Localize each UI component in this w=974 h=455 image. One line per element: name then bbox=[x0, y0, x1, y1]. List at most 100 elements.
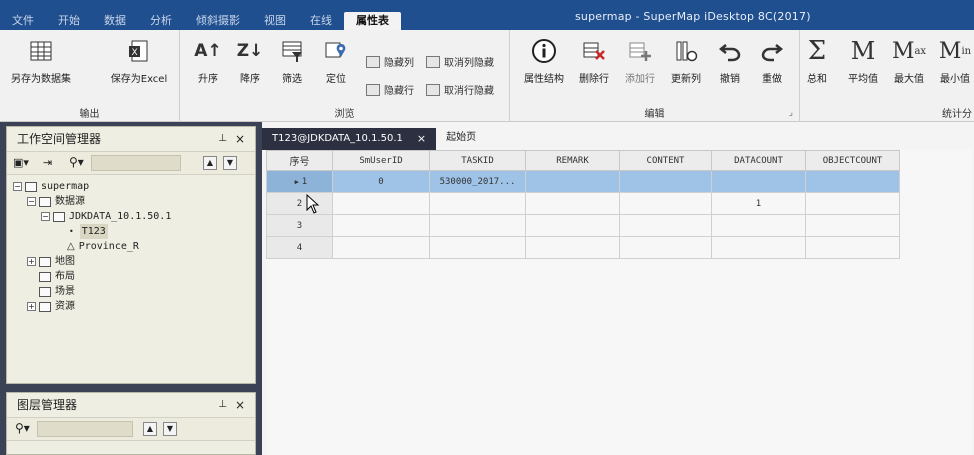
unhide-column-button[interactable]: 取消列隐藏 bbox=[426, 54, 494, 69]
table-row[interactable]: 2 1 bbox=[266, 192, 900, 215]
table-cell[interactable] bbox=[429, 192, 526, 215]
column-header[interactable]: 序号 bbox=[266, 150, 333, 171]
close-tab-icon[interactable]: × bbox=[417, 129, 426, 149]
table-cell[interactable] bbox=[619, 170, 712, 193]
search-down-button[interactable]: ▼ bbox=[163, 422, 177, 436]
tab-start[interactable]: 开始 bbox=[46, 12, 92, 32]
dialog-launcher-icon[interactable]: ⌟ bbox=[789, 108, 793, 118]
search-icon[interactable]: ⚲▾ bbox=[15, 421, 30, 435]
table-cell[interactable] bbox=[805, 214, 900, 237]
table-cell[interactable] bbox=[711, 236, 806, 259]
table-cell[interactable] bbox=[805, 236, 900, 259]
add-row-icon bbox=[625, 36, 655, 66]
row-header[interactable]: 2 bbox=[266, 192, 333, 215]
search-up-button[interactable]: ▲ bbox=[203, 156, 217, 170]
hide-column-icon bbox=[366, 55, 380, 68]
table-row[interactable]: 4 bbox=[266, 236, 900, 259]
tab-online[interactable]: 在线 bbox=[298, 12, 344, 32]
table-cell[interactable] bbox=[619, 192, 712, 215]
tab-view[interactable]: 视图 bbox=[252, 12, 298, 32]
table-cell[interactable] bbox=[332, 192, 430, 215]
doc-tab-attribute-table[interactable]: T123@JDKDATA_10.1.50.1 × bbox=[262, 128, 437, 150]
doc-tab-start-page[interactable]: 起始页 bbox=[436, 128, 486, 150]
sum-button[interactable]: Σ 总和 bbox=[794, 36, 840, 85]
search-down-button[interactable]: ▼ bbox=[223, 156, 237, 170]
tree-item-resources[interactable]: + 资源 bbox=[7, 299, 255, 314]
row-header[interactable]: 4 bbox=[266, 236, 333, 259]
workspace-search-input[interactable] bbox=[91, 155, 181, 171]
save-as-excel-button[interactable]: X 保存为Excel bbox=[104, 36, 174, 85]
tab-file[interactable]: 文件 bbox=[0, 12, 46, 32]
workspace-icon bbox=[25, 181, 37, 192]
tab-data[interactable]: 数据 bbox=[92, 12, 138, 32]
table-cell[interactable] bbox=[525, 192, 620, 215]
table-cell[interactable] bbox=[429, 236, 526, 259]
collapse-icon[interactable]: − bbox=[27, 197, 36, 206]
tree-item-layouts[interactable]: 布局 bbox=[7, 269, 255, 284]
table-row[interactable]: ▶ 1 0 530000_2017... bbox=[266, 170, 900, 193]
table-row[interactable]: 3 bbox=[266, 214, 900, 237]
column-header[interactable]: TASKID bbox=[429, 150, 526, 171]
title-bar: 文件 开始 数据 分析 倾斜摄影 视图 在线 属性表 supermap - Su… bbox=[0, 0, 974, 32]
row-header[interactable]: ▶ 1 bbox=[266, 170, 333, 193]
hide-column-button[interactable]: 隐藏列 bbox=[366, 54, 414, 69]
column-header[interactable]: DATACOUNT bbox=[711, 150, 806, 171]
open-dropdown-icon[interactable]: ▣▾ bbox=[13, 156, 29, 169]
column-header[interactable]: SmUserID bbox=[332, 150, 430, 171]
table-cell[interactable] bbox=[332, 236, 430, 259]
tree-item-workspace[interactable]: − supermap bbox=[7, 179, 255, 194]
row-header[interactable]: 3 bbox=[266, 214, 333, 237]
tab-attribute-table[interactable]: 属性表 bbox=[344, 12, 401, 32]
table-cell[interactable]: 1 bbox=[711, 192, 806, 215]
tree-item-t123[interactable]: • T123 bbox=[7, 224, 255, 239]
expand-icon[interactable]: + bbox=[27, 257, 36, 266]
unhide-row-button[interactable]: 取消行隐藏 bbox=[426, 82, 494, 97]
tree-item-province[interactable]: △ Province_R bbox=[7, 239, 255, 254]
table-cell[interactable] bbox=[429, 214, 526, 237]
tree-item-maps[interactable]: + 地图 bbox=[7, 254, 255, 269]
max-icon: Max bbox=[891, 38, 927, 64]
collapse-icon[interactable]: − bbox=[13, 182, 22, 191]
table-cell[interactable] bbox=[805, 192, 900, 215]
column-header[interactable]: REMARK bbox=[525, 150, 620, 171]
tab-oblique-photography[interactable]: 倾斜摄影 bbox=[184, 12, 252, 32]
table-cell[interactable]: 530000_2017... bbox=[429, 170, 526, 193]
table-cell[interactable] bbox=[332, 214, 430, 237]
table-cell[interactable] bbox=[525, 214, 620, 237]
column-header[interactable]: OBJECTCOUNT bbox=[805, 150, 900, 171]
search-up-button[interactable]: ▲ bbox=[143, 422, 157, 436]
tree-item-jdkdata[interactable]: − JDKDATA_10.1.50.1 bbox=[7, 209, 255, 224]
table-cell[interactable] bbox=[525, 170, 620, 193]
redo-button[interactable]: 重做 bbox=[744, 36, 800, 85]
add-row-label: 添加行 bbox=[625, 74, 655, 85]
table-cell[interactable] bbox=[711, 170, 806, 193]
pin-icon[interactable]: ⊥ bbox=[218, 127, 227, 151]
locate-button[interactable]: 定位 bbox=[308, 36, 364, 85]
min-button[interactable]: Min 最小值 bbox=[932, 36, 974, 86]
close-icon[interactable]: × bbox=[235, 393, 245, 417]
tab-analysis[interactable]: 分析 bbox=[138, 12, 184, 32]
table-cell[interactable] bbox=[525, 236, 620, 259]
layer-search-input[interactable] bbox=[37, 421, 133, 437]
attribute-structure-button[interactable]: 属性结构 bbox=[516, 36, 572, 85]
table-cell[interactable] bbox=[619, 236, 712, 259]
table-cell[interactable] bbox=[805, 170, 900, 193]
table-cell[interactable]: 0 bbox=[332, 170, 430, 193]
column-header[interactable]: CONTENT bbox=[619, 150, 712, 171]
info-icon bbox=[529, 36, 559, 66]
average-button[interactable]: M 平均值 bbox=[840, 36, 886, 85]
collapse-icon[interactable]: − bbox=[41, 212, 50, 221]
table-cell[interactable] bbox=[619, 214, 712, 237]
hide-row-button[interactable]: 隐藏行 bbox=[366, 82, 414, 97]
close-icon[interactable]: × bbox=[235, 127, 245, 151]
export-icon[interactable]: ⇥ bbox=[43, 156, 52, 169]
search-icon[interactable]: ⚲▾ bbox=[69, 155, 84, 169]
max-button[interactable]: Max 最大值 bbox=[886, 36, 932, 86]
save-as-dataset-button[interactable]: 另存为数据集 bbox=[6, 36, 76, 85]
tree-item-scenes[interactable]: 场景 bbox=[7, 284, 255, 299]
save-as-excel-label: 保存为Excel bbox=[110, 74, 168, 85]
table-cell[interactable] bbox=[711, 214, 806, 237]
pin-icon[interactable]: ⊥ bbox=[218, 393, 227, 417]
tree-item-datasources[interactable]: − 数据源 bbox=[7, 194, 255, 209]
expand-icon[interactable]: + bbox=[27, 302, 36, 311]
